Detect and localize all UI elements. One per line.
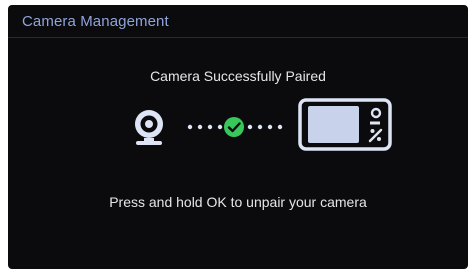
webcam-icon	[135, 110, 163, 145]
unpair-instruction-text: Press and hold OK to unpair your camera	[109, 194, 367, 210]
baby-monitor-icon	[298, 98, 392, 151]
connector-dots-left	[187, 124, 223, 130]
connector-dots-right	[247, 124, 283, 130]
pairing-illustration	[135, 98, 392, 151]
camera-management-screen: Camera Management Camera Successfully Pa…	[8, 5, 468, 269]
check-circle-icon	[224, 117, 244, 137]
